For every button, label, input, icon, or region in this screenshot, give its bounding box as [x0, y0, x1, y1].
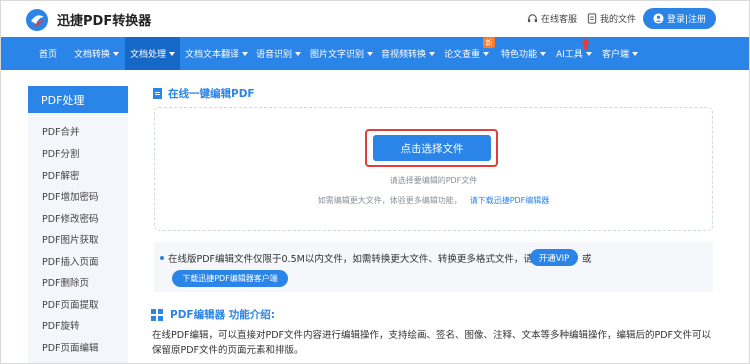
- grid-icon: [151, 308, 163, 321]
- nav-item-label: 语音识别: [256, 50, 293, 60]
- nav-item-label: 文档转换: [74, 50, 111, 60]
- notice-or: 或: [582, 254, 592, 265]
- upload-hint-more-text: 如需编辑更大文件，体验更多编辑功能，: [317, 196, 462, 205]
- nav-item-image-ocr[interactable]: 图片文字识别: [310, 37, 374, 70]
- sidebar-item-pdf-rotate[interactable]: PDF旋转: [42, 318, 80, 332]
- nav-item-label: 文档处理: [130, 50, 167, 60]
- page-frame: 迅捷PDF转换器 在线客服 我的文件 登录|注册 首页 文档转换 文档处理 文档…: [0, 0, 750, 364]
- logo-icon[interactable]: [25, 8, 49, 32]
- sidebar-item-pdf-page-extract[interactable]: PDF页面提取: [42, 297, 99, 311]
- sidebar-item-pdf-merge[interactable]: PDF合并: [42, 124, 80, 138]
- nav-item-ai-tools[interactable]: AI工具: [556, 37, 592, 70]
- chevron-down-icon: [169, 51, 176, 56]
- upload-hint-more: 如需编辑更大文件，体验更多编辑功能， 请下载迅捷PDF编辑器: [154, 195, 713, 206]
- bullet-icon: [160, 256, 164, 260]
- chevron-down-icon: [540, 51, 547, 56]
- login-register-label: 登录|注册: [666, 15, 707, 25]
- online-service-link[interactable]: 在线客服: [527, 12, 577, 25]
- upload-hint: 请选择要编辑的PDF文件: [389, 176, 478, 185]
- nav-item-label: 音视频转换: [381, 50, 427, 60]
- nav-item-doc-translate[interactable]: 文档文本翻译: [185, 37, 249, 70]
- file-icon: [587, 13, 597, 24]
- main-nav: 首页 文档转换 文档处理 文档文本翻译 语音识别 图片文字识别 音视频转换 论文…: [1, 37, 749, 70]
- select-file-button[interactable]: 点击选择文件: [373, 135, 491, 161]
- sidebar-item-pdf-split[interactable]: PDF分割: [42, 146, 80, 160]
- sidebar-item-pdf-image-extract[interactable]: PDF图片获取: [42, 232, 99, 246]
- nav-item-label: 论文查重: [444, 50, 481, 60]
- nav-item-av-convert[interactable]: 音视频转换: [381, 37, 436, 70]
- headset-icon: [527, 14, 538, 23]
- sidebar-item-pdf-delete-page[interactable]: PDF删除页: [42, 275, 89, 289]
- section-title-text: 在线一键编辑PDF: [168, 88, 255, 100]
- login-register-button[interactable]: 登录|注册: [643, 8, 716, 29]
- brand-name[interactable]: 迅捷PDF转换器: [57, 10, 151, 29]
- sidebar-item-pdf-insert-page[interactable]: PDF插入页面: [42, 254, 99, 268]
- new-badge: 新: [483, 37, 495, 48]
- notice-text: 在线版PDF编辑文件仅限于0.5M以内文件，如需转换更大文件、转换更多格式文件，…: [168, 254, 533, 265]
- nav-item-label: AI工具: [556, 50, 583, 60]
- nav-item-home[interactable]: 首页: [39, 37, 57, 70]
- nav-item-label: 客户端: [602, 50, 630, 60]
- document-icon: [153, 88, 162, 99]
- sidebar: PDF处理 PDF合并 PDF分割 PDF解密 PDF增加密码 PDF修改密码 …: [28, 86, 128, 363]
- user-icon: [653, 13, 664, 24]
- notice-panel: 在线版PDF编辑文件仅限于0.5M以内文件，如需转换更大文件、转换更多格式文件，…: [154, 242, 713, 292]
- online-service-label: 在线客服: [541, 15, 578, 25]
- nav-item-speech-recognition[interactable]: 语音识别: [256, 37, 302, 70]
- nav-item-client[interactable]: 客户端: [602, 37, 639, 70]
- sidebar-item-pdf-decrypt[interactable]: PDF解密: [42, 168, 80, 182]
- open-vip-button[interactable]: 开通VIP: [530, 249, 578, 266]
- sidebar-item-pdf-page-edit[interactable]: PDF页面编辑: [42, 340, 99, 354]
- nav-item-doc-convert[interactable]: 文档转换: [74, 37, 120, 70]
- chevron-down-icon: [483, 51, 490, 56]
- nav-item-label: 特色功能: [501, 50, 538, 60]
- intro-title-text: PDF编辑器 功能介绍:: [170, 309, 275, 321]
- intro-title: PDF编辑器 功能介绍:: [151, 307, 275, 322]
- sidebar-item-pdf-change-password[interactable]: PDF修改密码: [42, 211, 99, 225]
- nav-item-special-features[interactable]: 特色功能: [501, 37, 547, 70]
- nav-item-label: 首页: [39, 50, 58, 60]
- my-files-label: 我的文件: [600, 15, 637, 25]
- nav-item-label: 图片文字识别: [310, 50, 365, 60]
- top-header: 迅捷PDF转换器 在线客服 我的文件 登录|注册: [1, 1, 749, 37]
- nav-item-doc-process[interactable]: 文档处理: [125, 37, 181, 70]
- nav-item-label: 文档文本翻译: [185, 50, 240, 60]
- sidebar-item-pdf-add-password[interactable]: PDF增加密码: [42, 189, 99, 203]
- chevron-down-icon: [632, 51, 639, 56]
- chevron-down-icon: [367, 51, 374, 56]
- sidebar-title: PDF处理: [28, 86, 128, 113]
- download-client-button[interactable]: 下载迅捷PDF编辑器客户端: [172, 270, 288, 287]
- chevron-down-icon: [113, 51, 120, 56]
- upload-dropzone[interactable]: [154, 107, 713, 231]
- my-files-link[interactable]: 我的文件: [587, 12, 636, 25]
- chevron-down-icon: [585, 51, 592, 56]
- chevron-down-icon: [295, 51, 302, 56]
- intro-text: 在线PDF编辑，可以直接对PDF文件内容进行编辑操作，支持绘画、签名、图像、注释…: [152, 330, 712, 356]
- section-title: 在线一键编辑PDF: [153, 86, 255, 101]
- download-editor-link[interactable]: 请下载迅捷PDF编辑器: [470, 196, 550, 205]
- chevron-down-icon: [242, 51, 249, 56]
- chevron-down-icon: [429, 51, 436, 56]
